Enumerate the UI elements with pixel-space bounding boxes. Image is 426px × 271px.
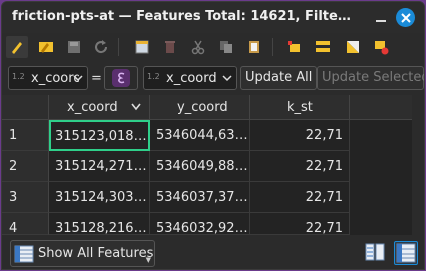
- column-header-label: x_coord: [67, 100, 118, 115]
- sort-descending-icon: [131, 103, 141, 111]
- close-icon: [400, 12, 411, 23]
- table-view-button[interactable]: [394, 241, 418, 265]
- minimize-button[interactable]: [372, 8, 390, 26]
- table-cell-y_coord[interactable]: 5346044,632…: [150, 120, 250, 151]
- table-corner[interactable]: [2, 95, 49, 120]
- chevron-down-icon: [222, 75, 232, 82]
- bottom-bar: Show All Features ▼: [2, 236, 424, 269]
- reload-icon: [95, 40, 108, 54]
- table-cell-k_st[interactable]: 22,71: [250, 151, 350, 182]
- table-view-icon: [396, 243, 416, 263]
- close-button[interactable]: [396, 8, 415, 27]
- table-cell-x_coord[interactable]: 315128,2168…: [49, 213, 150, 235]
- value-field-value: x_coord: [166, 71, 217, 86]
- table-cell-x_coord[interactable]: 315124,3034…: [49, 182, 150, 213]
- column-header-x_coord[interactable]: x_coord: [49, 95, 150, 120]
- pencil-icon: [12, 42, 22, 54]
- delete-icon: [165, 41, 175, 53]
- paste-features-button[interactable]: [243, 36, 265, 58]
- table-cell-k_st[interactable]: 22,71: [250, 120, 350, 151]
- table-cell-y_coord[interactable]: 5346049,881…: [150, 151, 250, 182]
- expression-builder-button[interactable]: [104, 66, 138, 90]
- column-header-y_coord[interactable]: y_coord: [150, 95, 250, 120]
- field-update-bar: 1.2 x_coord = 1.2 x_coord Update All Upd…: [2, 63, 424, 93]
- paste-icon: [249, 41, 259, 53]
- reload-table-button[interactable]: [90, 36, 112, 58]
- deselect-icon: [375, 41, 389, 55]
- value-field-combo[interactable]: 1.2 x_coord: [143, 66, 237, 90]
- field-selector-combo[interactable]: 1.2 x_coord: [8, 66, 88, 90]
- column-header-label: y_coord: [177, 100, 228, 115]
- row-header[interactable]: 1: [2, 120, 49, 151]
- column-header-filler: [350, 95, 414, 120]
- invert-selection-button[interactable]: [342, 36, 364, 58]
- save-icon: [68, 41, 80, 53]
- show-all-features-button[interactable]: Show All Features ▼: [10, 240, 155, 267]
- select-by-expression-button[interactable]: [284, 36, 306, 58]
- deselect-all-button[interactable]: [370, 36, 392, 58]
- attribute-toolbar: [2, 33, 424, 61]
- value-type-badge: 1.2: [147, 72, 160, 81]
- attribute-table: x_coord y_coord k_st 1 315123,0181… 5346…: [2, 95, 424, 236]
- table-cell-k_st[interactable]: 22,71: [250, 213, 350, 235]
- update-selected-button[interactable]: Update Selected: [317, 66, 424, 90]
- save-edits-button[interactable]: [63, 36, 85, 58]
- chevron-down-icon: [73, 75, 83, 82]
- invert-selection-icon: [347, 41, 359, 53]
- select-all-button[interactable]: [312, 36, 334, 58]
- table-cell-x_coord[interactable]: 315124,2710…: [49, 151, 150, 182]
- toggle-editing-button[interactable]: [6, 36, 28, 58]
- column-header-label: k_st: [287, 100, 313, 115]
- delete-selected-button[interactable]: [159, 36, 181, 58]
- show-all-features-label: Show All Features: [38, 246, 154, 261]
- table-cell-y_coord[interactable]: 5346032,924…: [150, 213, 250, 235]
- table-filter-icon: [14, 245, 34, 263]
- attribute-table-window: friction-pts-at — Features Total: 14621,…: [1, 1, 425, 270]
- column-header-k_st[interactable]: k_st: [250, 95, 350, 120]
- epsilon-icon: [112, 69, 130, 87]
- dropdown-indicator-icon: ▼: [145, 256, 151, 264]
- select-all-icon: [316, 41, 330, 52]
- equals-label: =: [91, 71, 102, 86]
- row-header[interactable]: 3: [2, 182, 49, 213]
- table-cell-k_st[interactable]: 22,71: [250, 182, 350, 213]
- copy-icon: [220, 41, 232, 53]
- title-bar: friction-pts-at — Features Total: 14621,…: [2, 2, 424, 33]
- window-title: friction-pts-at — Features Total: 14621,…: [12, 9, 352, 24]
- row-header[interactable]: 2: [2, 151, 49, 182]
- copy-selected-button[interactable]: [215, 36, 237, 58]
- add-feature-button[interactable]: [131, 36, 153, 58]
- add-feature-icon: [135, 40, 149, 54]
- field-type-badge: 1.2: [12, 72, 25, 81]
- form-view-button[interactable]: [364, 241, 388, 265]
- toggle-multi-edit-button[interactable]: [35, 36, 57, 58]
- cut-icon: [191, 40, 205, 55]
- select-expression-icon: [288, 41, 300, 52]
- update-all-button[interactable]: Update All: [240, 66, 318, 90]
- cut-selected-button[interactable]: [187, 36, 209, 58]
- multi-edit-icon: [39, 42, 53, 53]
- row-header[interactable]: 4: [2, 213, 49, 236]
- table-cell-x_coord[interactable]: 315123,0181…: [49, 120, 150, 151]
- vertical-scrollbar[interactable]: [412, 95, 424, 235]
- minimize-icon: [376, 20, 386, 22]
- form-view-icon: [365, 243, 385, 261]
- table-cell-y_coord[interactable]: 5346037,378…: [150, 182, 250, 213]
